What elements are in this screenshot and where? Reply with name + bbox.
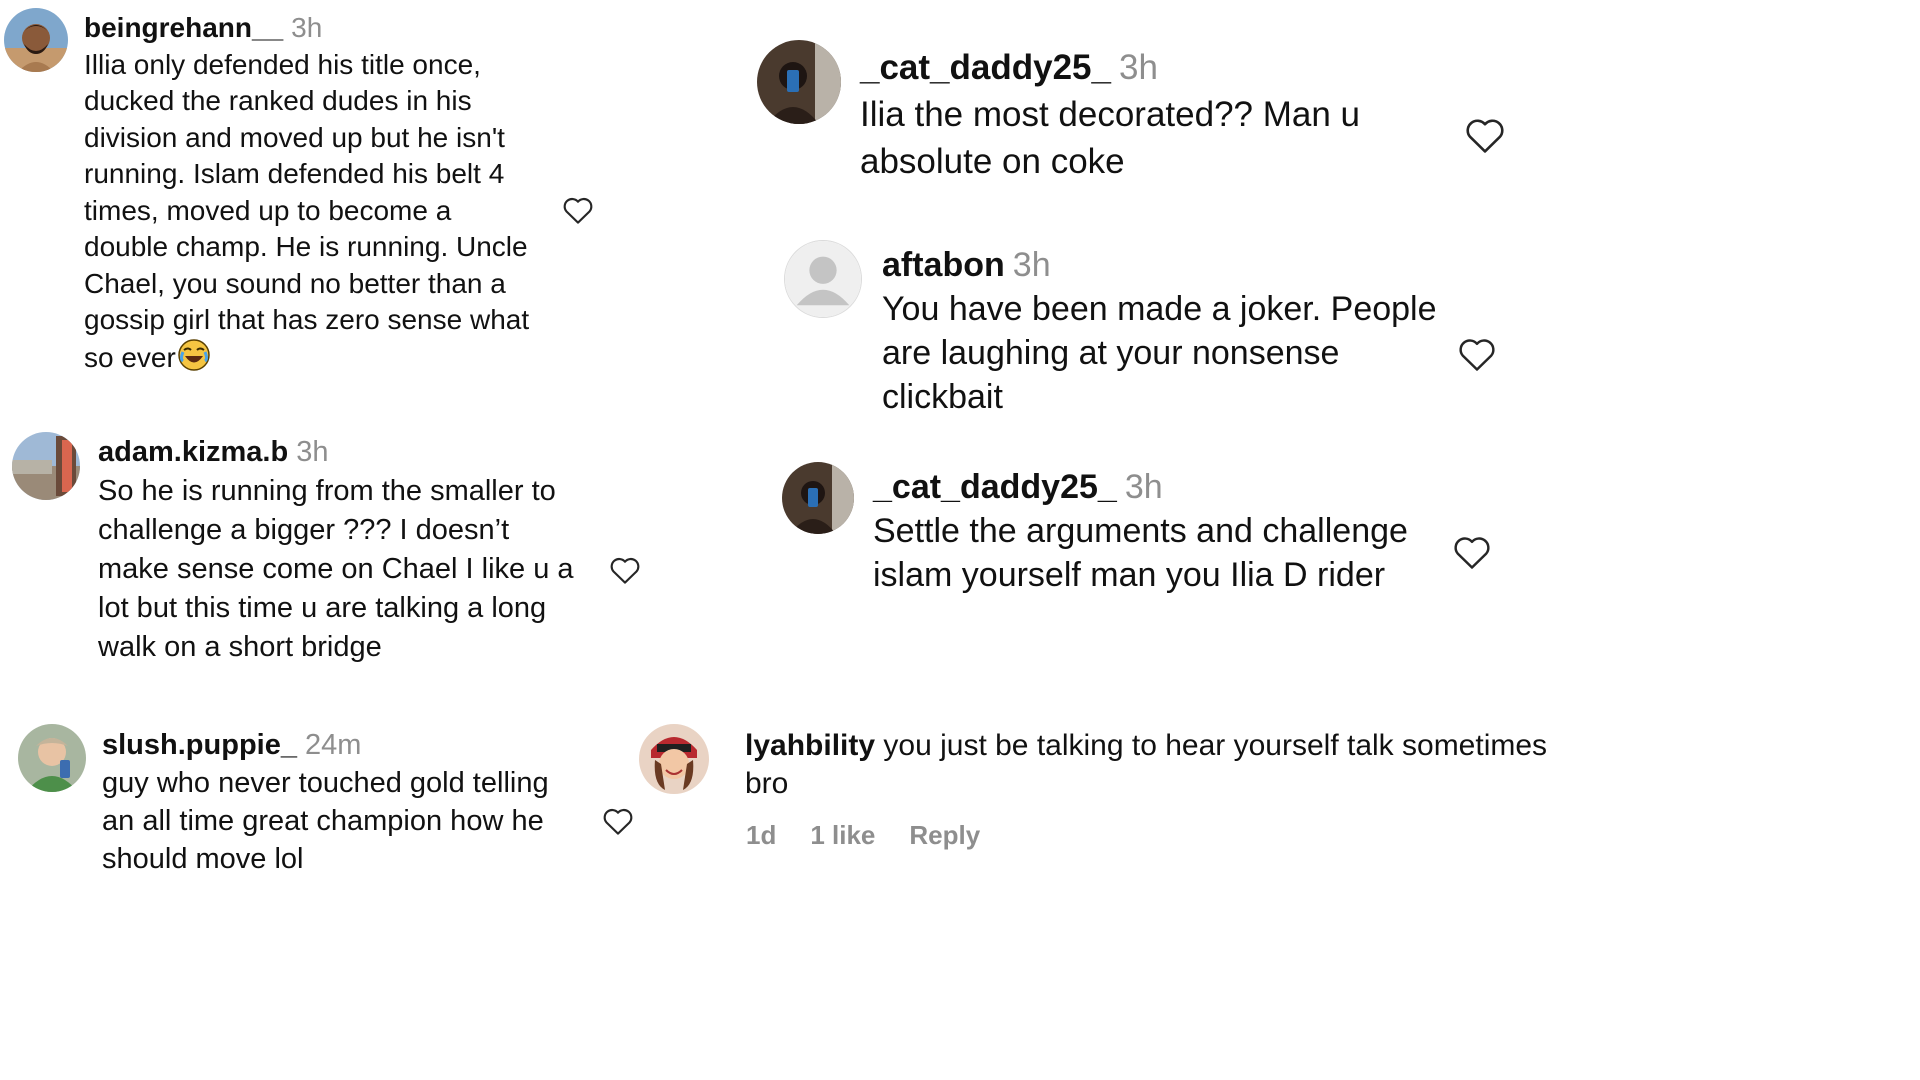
comment-line: double champ. He is running. Uncle: [84, 231, 528, 262]
comment-line: should move lol: [102, 843, 304, 875]
comment-line: Ilia the most decorated?? Man u: [860, 95, 1361, 134]
comment-text: You have been made a joker. People are l…: [882, 287, 1437, 419]
comment-line: ducked the ranked dudes in his: [84, 85, 472, 116]
comment-line: clickbait: [882, 378, 1003, 416]
avatar[interactable]: [18, 724, 86, 792]
username[interactable]: aftabon: [882, 246, 1005, 284]
comment-line: Settle the arguments and challenge: [873, 512, 1408, 550]
comment-line: challenge a bigger ??? I doesn’t: [98, 514, 510, 546]
timestamp[interactable]: 3h: [1119, 48, 1158, 87]
avatar[interactable]: [639, 724, 709, 794]
timestamp[interactable]: 24m: [305, 729, 361, 761]
comment-line: lot but this time u are talking a long: [98, 592, 547, 624]
comment-text: Illia only defended his title once, duck…: [84, 47, 529, 381]
comment-line: an all time great champion how he: [102, 805, 544, 837]
username[interactable]: lyahbility: [745, 729, 875, 762]
timestamp[interactable]: 3h: [1013, 246, 1051, 284]
comment-line: division and moved up but he isn't: [84, 121, 505, 153]
timestamp[interactable]: 3h: [1125, 468, 1163, 506]
heart-outline-icon[interactable]: [1457, 336, 1497, 372]
comment-line: Illia only defended his title once,: [84, 48, 481, 80]
username[interactable]: _cat_daddy25_: [873, 468, 1117, 506]
avatar[interactable]: [12, 432, 80, 500]
comment-line: islam yourself man you Ilia D rider: [873, 556, 1386, 594]
avatar[interactable]: [4, 8, 68, 72]
comment-text: So he is running from the smaller to cha…: [98, 472, 574, 667]
timestamp[interactable]: 3h: [296, 436, 328, 468]
comment-line: you just be talking to hear yourself tal…: [883, 729, 1548, 762]
comment-line: gossip girl that has zero sense what: [84, 304, 530, 335]
avatar[interactable]: [757, 40, 841, 124]
heart-outline-icon[interactable]: [1452, 534, 1492, 570]
avatar[interactable]: [782, 462, 854, 534]
reply-button[interactable]: Reply: [909, 820, 980, 850]
username[interactable]: _cat_daddy25_: [860, 48, 1111, 87]
heart-outline-icon[interactable]: [562, 195, 594, 225]
comment-meta: 1d 1 like Reply: [746, 819, 1014, 851]
comment-line: absolute on coke: [860, 142, 1125, 181]
comment-text: guy who never touched gold telling an al…: [102, 764, 549, 878]
like-count[interactable]: 1 like: [810, 820, 875, 850]
heart-outline-icon[interactable]: [602, 806, 634, 836]
comment-age[interactable]: 1d: [746, 820, 776, 850]
timestamp[interactable]: 3h: [291, 12, 322, 43]
comment-line: make sense come on Chael I like u a: [98, 553, 574, 585]
heart-outline-icon[interactable]: [609, 555, 641, 585]
comment-line: bro: [745, 767, 789, 800]
comment-text: Ilia the most decorated?? Man u absolute…: [860, 91, 1360, 185]
comment-line: You have been made a joker. People: [882, 290, 1437, 328]
comment-line: are laughing at your nonsense: [882, 334, 1340, 372]
laughing-emoji-icon: [178, 338, 210, 381]
username[interactable]: adam.kizma.b: [98, 436, 288, 468]
heart-outline-icon[interactable]: [1464, 116, 1506, 154]
comment-line: So he is running from the smaller to: [98, 475, 556, 507]
username[interactable]: slush.puppie_: [102, 729, 297, 761]
comment-line: running. Islam defended his belt 4: [84, 158, 505, 189]
comment-line: guy who never touched gold telling: [102, 767, 549, 799]
comment-line: walk on a short bridge: [98, 631, 382, 663]
default-avatar-icon[interactable]: [784, 240, 862, 318]
comment-line: Chael, you sound no better than a: [84, 267, 506, 299]
comment-line: so ever: [84, 341, 176, 373]
comment-line: times, moved up to become a: [84, 194, 452, 226]
comment-text: Settle the arguments and challenge islam…: [873, 509, 1408, 597]
username[interactable]: beingrehann__: [84, 12, 283, 43]
